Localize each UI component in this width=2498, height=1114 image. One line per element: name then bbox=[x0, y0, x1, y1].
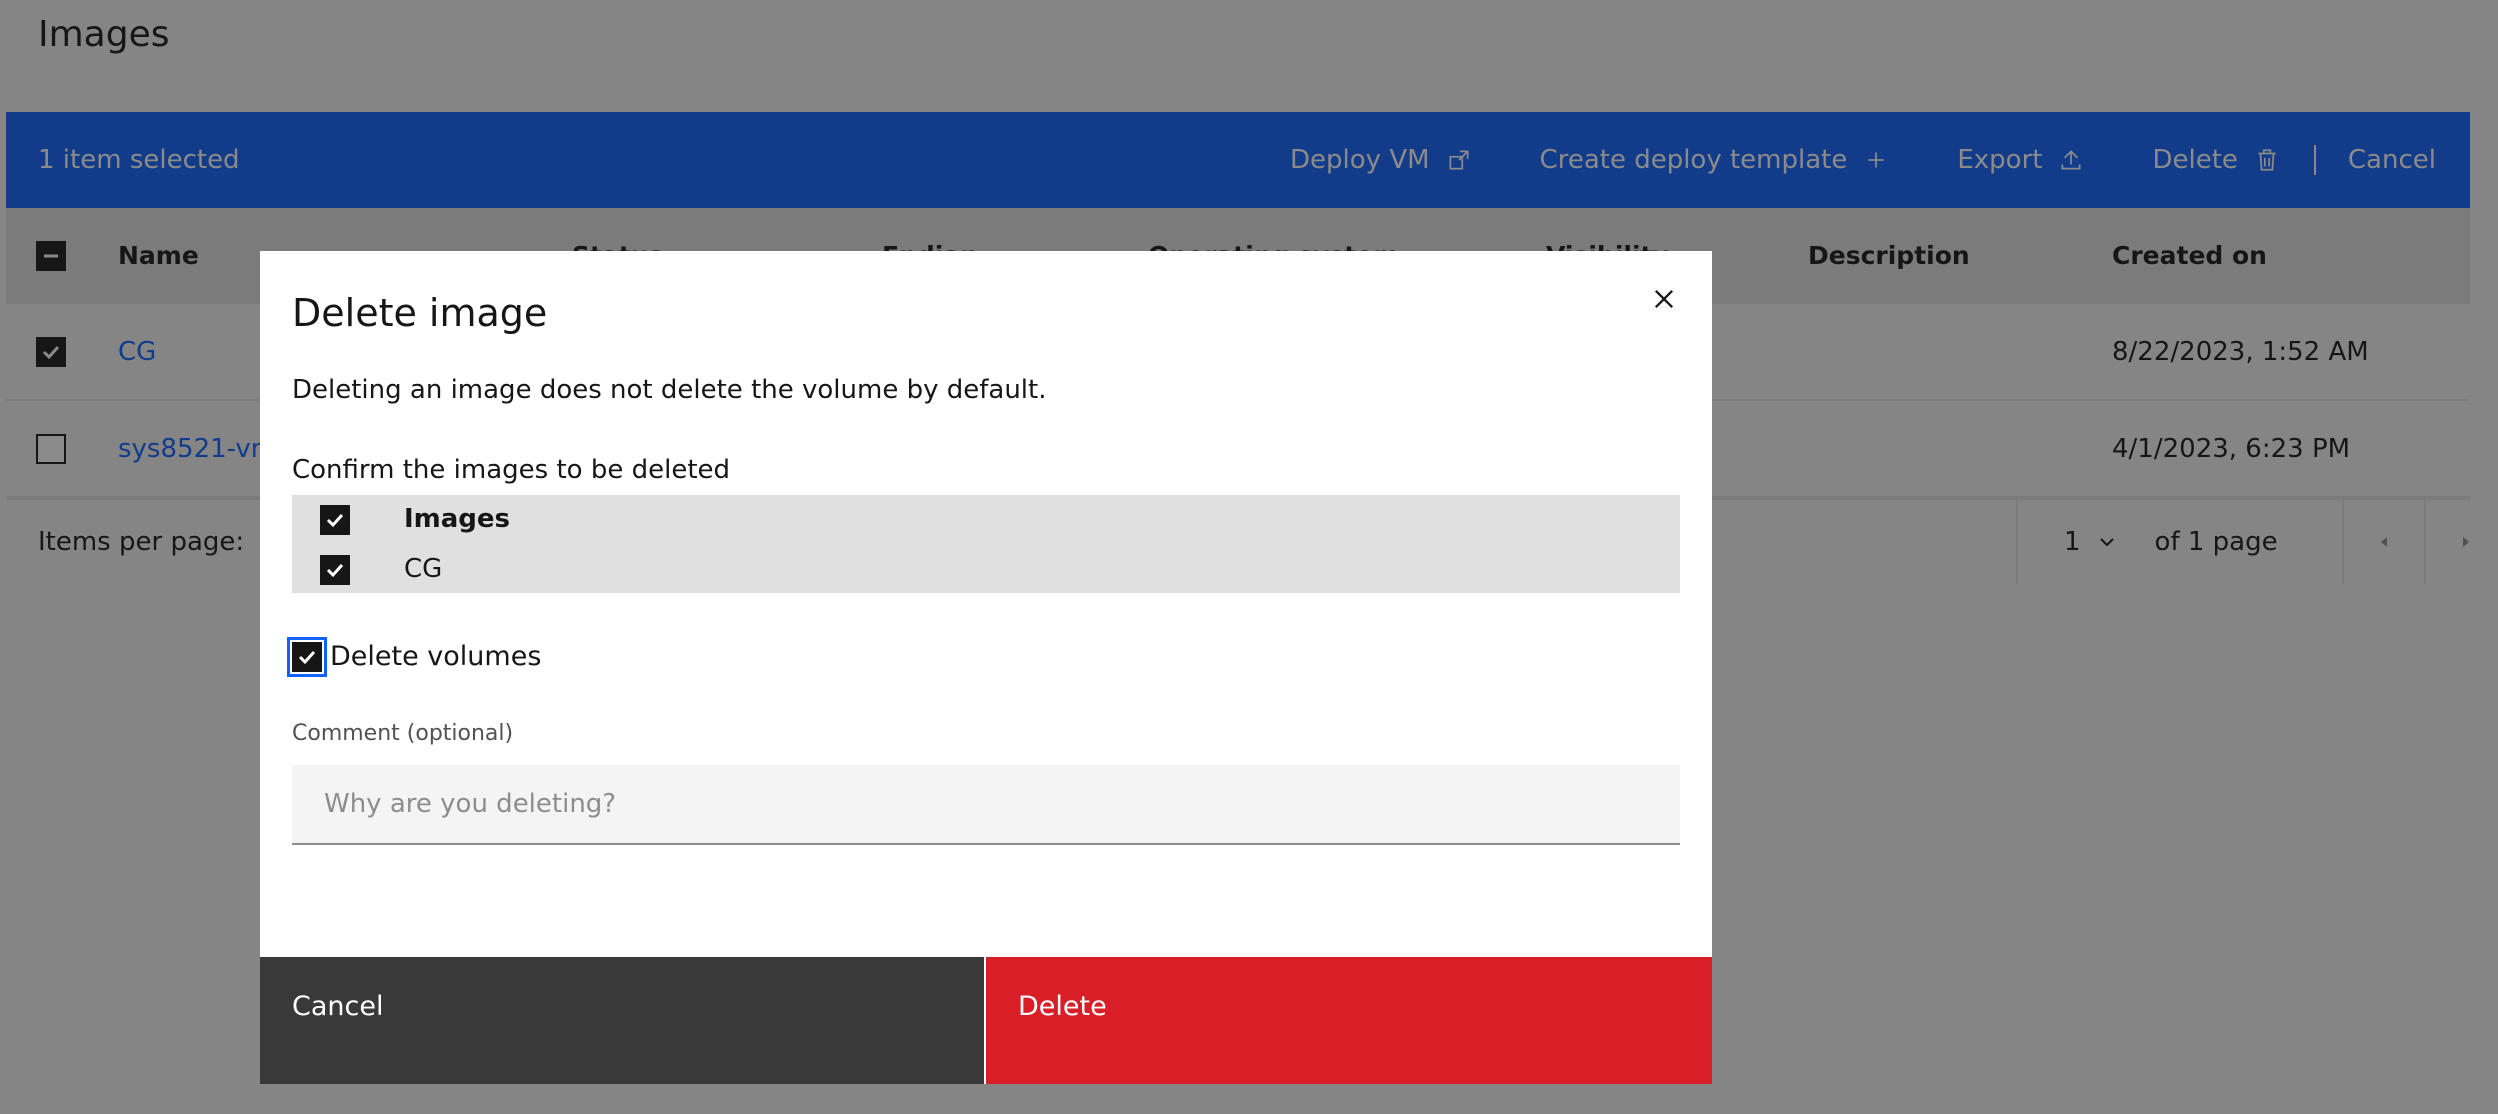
select-all-images-checkbox[interactable] bbox=[320, 505, 350, 535]
delete-image-modal: Delete image Deleting an image does not … bbox=[260, 251, 1712, 1084]
list-header-label: Images bbox=[404, 504, 511, 534]
modal-title: Delete image bbox=[292, 291, 548, 335]
cancel-button[interactable]: Cancel bbox=[260, 957, 984, 1084]
delete-button[interactable]: Delete bbox=[986, 957, 1712, 1084]
checkmark-icon bbox=[326, 563, 344, 578]
delete-volumes-label[interactable]: Delete volumes bbox=[330, 641, 541, 672]
comment-input[interactable] bbox=[292, 765, 1680, 845]
image-checkbox[interactable] bbox=[320, 555, 350, 585]
list-item-label: CG bbox=[404, 554, 443, 584]
modal-description: Deleting an image does not delete the vo… bbox=[292, 375, 1047, 405]
checkmark-icon bbox=[326, 513, 344, 528]
checkmark-icon bbox=[298, 650, 316, 664]
close-button[interactable] bbox=[1646, 281, 1682, 317]
list-header: Images bbox=[292, 495, 1680, 543]
confirm-images-list: Images CG bbox=[292, 495, 1680, 593]
close-icon bbox=[1655, 290, 1673, 308]
comment-label: Comment (optional) bbox=[292, 721, 514, 746]
confirm-label: Confirm the images to be deleted bbox=[292, 455, 731, 485]
delete-volumes-checkbox[interactable] bbox=[287, 636, 327, 677]
list-item: CG bbox=[292, 545, 1680, 593]
delete-volumes-option: Delete volumes bbox=[287, 636, 541, 677]
